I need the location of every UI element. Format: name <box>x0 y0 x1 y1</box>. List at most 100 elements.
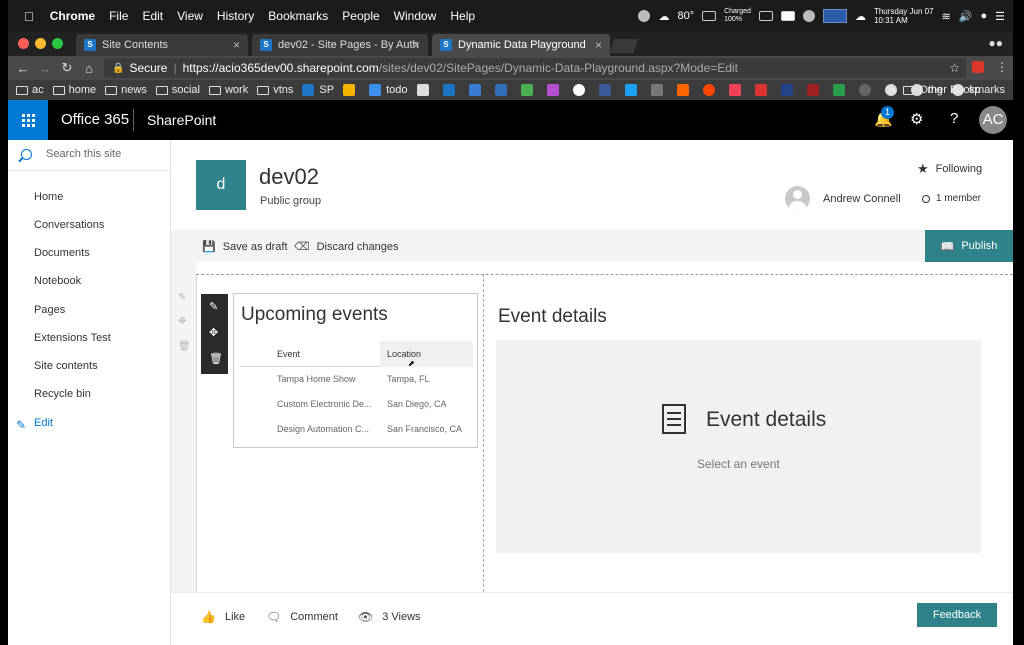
owner-name[interactable]: Andrew Connell <box>823 193 901 205</box>
menu-window[interactable]: Window <box>394 9 437 23</box>
activity-graph-icon[interactable] <box>822 9 847 23</box>
battery-bar-icon[interactable] <box>780 11 795 21</box>
owner-avatar[interactable] <box>785 186 810 211</box>
cloud-upload-icon[interactable]: ☁ <box>855 10 866 23</box>
edit-webpart-icon[interactable]: ✎ <box>209 300 218 313</box>
following-button[interactable]: ★ Following <box>917 161 982 177</box>
bookmark-icon[interactable] <box>468 84 486 96</box>
site-title[interactable]: dev02 <box>259 164 319 190</box>
nav-item-conversations[interactable]: Conversations <box>34 219 104 231</box>
other-bookmarks[interactable]: Other Bookmarks <box>903 84 1005 96</box>
section-edit-icon[interactable]: ✎ <box>178 292 186 303</box>
upcoming-events-webpart[interactable]: Upcoming events Event Location ⬈ Tampa H… <box>233 293 478 448</box>
bookmark-drive[interactable] <box>343 84 360 96</box>
tab-site-pages[interactable]: S dev02 - Site Pages - By Autho × <box>252 34 428 56</box>
bookmark-icon[interactable] <box>832 84 850 96</box>
facebook-icon[interactable] <box>598 84 616 96</box>
twitter-icon[interactable] <box>624 84 642 96</box>
menu-people[interactable]: People <box>342 9 379 23</box>
bookmark-star-icon[interactable]: ☆ <box>949 61 960 75</box>
bookmark-todo[interactable]: todo <box>369 84 408 96</box>
nav-edit-link[interactable]: Edit <box>34 417 53 429</box>
comment-button[interactable]: 🗨 Comment <box>266 610 338 624</box>
nav-item-home[interactable]: Home <box>34 191 63 203</box>
reddit-icon[interactable] <box>702 84 720 96</box>
user-icon[interactable]: ● <box>980 10 987 22</box>
menu-help[interactable]: Help <box>450 9 475 23</box>
move-webpart-icon[interactable]: ✥ <box>209 326 218 339</box>
time-machine-icon[interactable] <box>802 10 815 22</box>
weather-temp[interactable]: 80° <box>677 10 694 22</box>
new-tab-button[interactable] <box>609 39 639 53</box>
menu-file[interactable]: File <box>109 9 128 23</box>
bookmark-icon[interactable] <box>546 84 564 96</box>
section-delete-icon[interactable]: 🗑 <box>178 341 191 352</box>
volume-icon[interactable]: 🔊 <box>959 10 973 23</box>
bookmark-folder[interactable]: social <box>155 84 200 96</box>
nav-item-pages[interactable]: Pages <box>34 304 65 316</box>
pocket-icon[interactable] <box>728 84 746 96</box>
help-icon[interactable]: ? <box>950 110 958 127</box>
save-as-draft-button[interactable]: 💾 Save as draft <box>202 240 288 254</box>
menu-bookmarks[interactable]: Bookmarks <box>268 9 328 23</box>
nav-item-site-contents[interactable]: Site contents <box>34 360 98 372</box>
nav-item-recycle-bin[interactable]: Recycle bin <box>34 388 91 400</box>
forward-icon[interactable]: → <box>34 61 56 76</box>
close-tab-icon[interactable]: × <box>413 38 420 52</box>
close-tab-icon[interactable]: × <box>595 38 602 52</box>
close-tab-icon[interactable]: × <box>233 38 240 52</box>
reload-icon[interactable]: ↻ <box>56 60 78 76</box>
sharepoint-link[interactable]: SharePoint <box>147 112 216 128</box>
menu-chrome[interactable]: Chrome <box>50 9 95 23</box>
nav-item-extensions-test[interactable]: Extensions Test <box>34 332 111 344</box>
extension-icon[interactable] <box>972 61 984 73</box>
battery-status[interactable]: Charged 100% <box>724 8 751 24</box>
bookmark-sp[interactable]: SP <box>302 84 334 96</box>
like-button[interactable]: 👍 Like <box>201 610 245 624</box>
tab-site-contents[interactable]: S Site Contents × <box>76 34 248 56</box>
members-button[interactable]: 1 member <box>922 193 981 204</box>
site-search[interactable]: Search this site <box>21 148 121 160</box>
profile-icon[interactable]: ●● <box>989 36 1004 50</box>
discard-changes-button[interactable]: ⌫ Discard changes <box>294 240 399 254</box>
office365-link[interactable]: Office 365 <box>61 111 129 128</box>
bookmark-icon[interactable] <box>806 84 824 96</box>
keyboard-icon[interactable] <box>758 11 773 21</box>
stack-icon[interactable] <box>650 84 668 96</box>
home-icon[interactable]: ⌂ <box>78 61 100 76</box>
bookmark-folder[interactable]: work <box>208 84 248 96</box>
publish-button[interactable]: 📖 Publish <box>925 230 1013 262</box>
bookmark-folder[interactable]: vtns <box>257 84 293 96</box>
bookmark-icon[interactable] <box>416 84 434 96</box>
bookmark-folder[interactable]: news <box>105 84 147 96</box>
back-icon[interactable]: ← <box>12 61 34 76</box>
hackernews-icon[interactable] <box>676 84 694 96</box>
nav-item-documents[interactable]: Documents <box>34 247 90 259</box>
google-icon[interactable] <box>572 84 590 96</box>
status-icon[interactable] <box>638 10 651 22</box>
apple-icon[interactable]:  <box>24 9 34 24</box>
bookmark-icon[interactable] <box>858 84 876 96</box>
battery-icon[interactable] <box>702 11 717 21</box>
gear-icon[interactable]: ⚙ <box>910 110 923 128</box>
bookmark-icon[interactable] <box>494 84 512 96</box>
wifi-icon[interactable]: ≋ <box>942 10 951 23</box>
avatar[interactable]: AC <box>979 106 1007 134</box>
bookmark-folder[interactable]: home <box>52 84 96 96</box>
bookmark-icon[interactable] <box>754 84 772 96</box>
bookmark-icon[interactable] <box>442 84 460 96</box>
minimize-window-button[interactable] <box>35 38 46 49</box>
more-bookmarks-icon[interactable]: » <box>889 84 895 96</box>
event-details-placeholder[interactable]: Event details Select an event <box>496 340 981 553</box>
weather-icon[interactable]: ☁ <box>658 10 669 23</box>
clock[interactable]: Thursday Jun 07 10:31 AM <box>874 7 934 25</box>
app-launcher-button[interactable] <box>8 100 48 140</box>
delete-webpart-icon[interactable]: 🗑 <box>209 352 223 365</box>
bookmark-icon[interactable] <box>520 84 538 96</box>
chrome-menu-icon[interactable]: ⋮ <box>996 60 1008 74</box>
column-header-event[interactable]: Event <box>277 349 300 359</box>
url-bar[interactable]: 🔒 Secure | https://acio365dev00.sharepoi… <box>104 58 966 78</box>
nav-item-notebook[interactable]: Notebook <box>34 275 81 287</box>
menu-view[interactable]: View <box>177 9 203 23</box>
column-header-location[interactable]: Location <box>387 349 421 359</box>
